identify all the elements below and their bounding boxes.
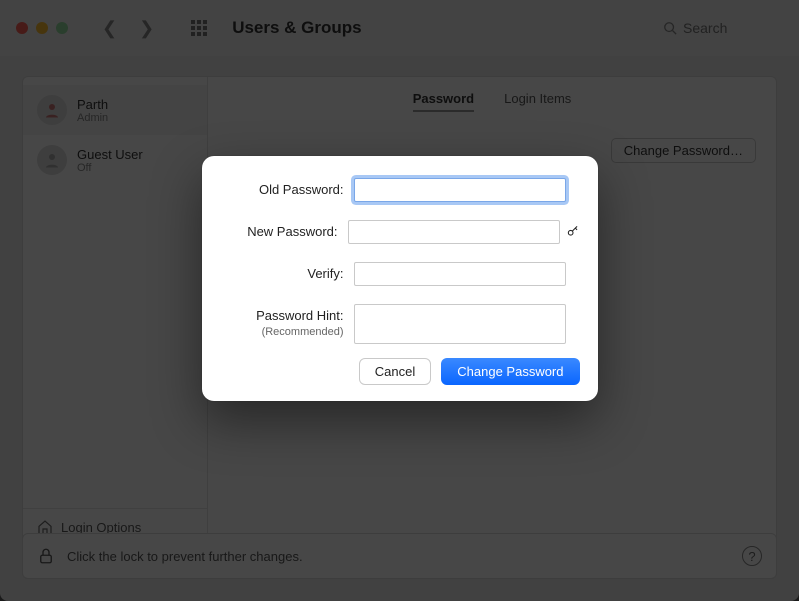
label-old-password: Old Password: — [220, 178, 344, 199]
label-hint: Password Hint: (Recommended) — [220, 304, 344, 339]
dialog-button-row: Cancel Change Password — [220, 358, 580, 385]
row-old-password: Old Password: — [220, 178, 580, 202]
cancel-button[interactable]: Cancel — [359, 358, 431, 385]
label-hint-main: Password Hint: — [256, 308, 343, 323]
password-assistant-icon[interactable] — [566, 224, 580, 241]
row-new-password: New Password: — [220, 220, 580, 244]
row-verify: Verify: — [220, 262, 580, 286]
label-hint-sub: (Recommended) — [220, 325, 344, 339]
change-password-dialog: Old Password: New Password: Verify: Pass… — [202, 156, 598, 401]
verify-password-input[interactable] — [354, 262, 566, 286]
change-password-button[interactable]: Change Password — [441, 358, 579, 385]
new-password-input[interactable] — [348, 220, 560, 244]
old-password-input[interactable] — [354, 178, 566, 202]
label-verify: Verify: — [220, 262, 344, 283]
row-hint: Password Hint: (Recommended) — [220, 304, 580, 344]
password-hint-input[interactable] — [354, 304, 566, 344]
label-new-password: New Password: — [220, 220, 338, 241]
